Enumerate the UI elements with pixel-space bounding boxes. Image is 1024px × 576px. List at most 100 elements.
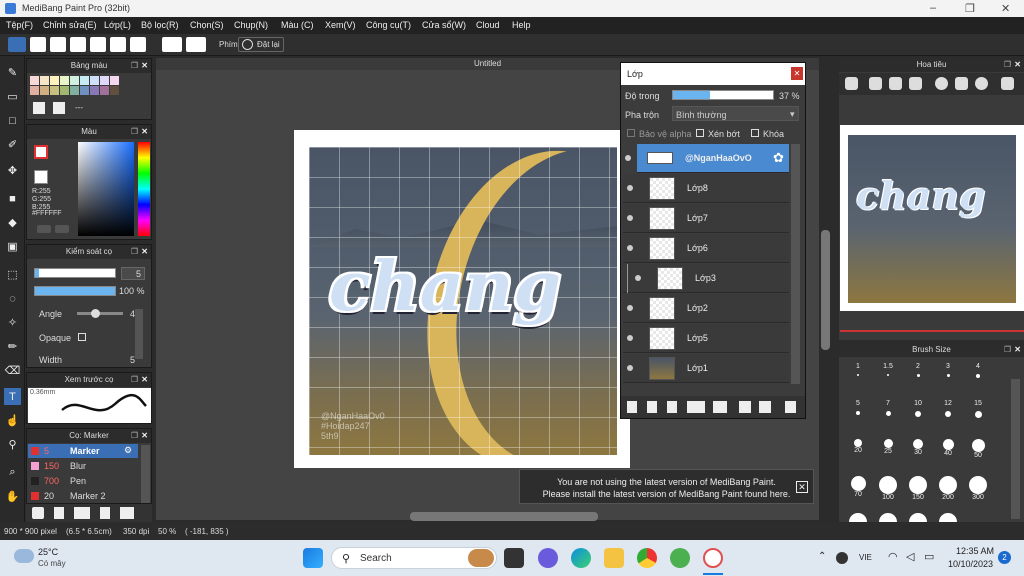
menu-tools[interactable]: Công cụ(T) [366,20,411,30]
brush-item-marker-2[interactable]: 20 Marker 2 [28,489,138,503]
popout-icon[interactable]: ❐ [131,429,138,443]
upload-icon[interactable] [30,37,46,52]
pen-tool-icon[interactable]: ✐ [4,136,21,153]
clock-date[interactable]: 10/10/2023 [948,559,993,569]
zoom-out-icon[interactable] [909,77,922,90]
brush-size-option[interactable]: 20 [843,437,873,473]
new-layer-icon[interactable] [627,401,637,413]
swatch[interactable] [60,86,69,95]
undo-button[interactable] [162,37,182,52]
saturation-value-picker[interactable] [78,142,134,236]
speaker-icon[interactable]: ◁ [906,550,914,563]
popout-icon[interactable]: ❐ [131,373,138,387]
vertical-scrollbar[interactable] [821,230,830,350]
fit-icon[interactable] [889,77,902,90]
task-view-icon[interactable] [504,548,524,568]
move-tool-icon[interactable]: ✥ [4,162,21,179]
add-brush-icon[interactable] [54,507,64,519]
menu-cloud[interactable]: Cloud [476,20,500,30]
fill-rect-tool-icon[interactable]: ■ [4,190,21,207]
popout-icon[interactable]: ❐ [131,245,138,259]
layer-row[interactable]: Lớp8 [623,174,789,203]
panel-scrollbar[interactable] [135,309,143,359]
layer-row[interactable]: Lớp2 [623,294,789,323]
layer-row[interactable]: Lớp1 [623,354,789,383]
zoom-in-icon[interactable] [845,77,858,90]
wifi-icon[interactable]: ◠ [888,550,898,563]
chat-icon[interactable] [70,37,86,52]
notification-badge[interactable]: 2 [998,551,1011,564]
pages-icon[interactable] [110,37,126,52]
brush-size-option[interactable]: 200 [933,474,963,510]
security-icon[interactable] [836,552,848,564]
reset-button[interactable]: Đặt lại [238,37,284,52]
brush-item-marker[interactable]: 5 Marker ⚙ [28,444,138,458]
delete-palette-icon[interactable] [53,102,65,114]
primary-color-swatch[interactable] [34,145,48,159]
windows-start-icon[interactable] [303,548,323,568]
brush-size-option[interactable]: 100 [873,474,903,510]
select-tool-icon[interactable]: ⬚ [4,266,21,283]
layer-folder-icon[interactable] [713,401,727,413]
battery-icon[interactable]: ▭ [924,550,934,563]
grid-icon[interactable] [130,37,146,52]
menu-layer[interactable]: Lớp(L) [104,20,131,30]
brush-size-option[interactable]: 5 [843,400,873,436]
swatch[interactable] [90,86,99,95]
gradient-tool-icon[interactable]: ▣ [4,238,21,255]
brush-size-scrollbar[interactable] [1011,379,1020,519]
brush-size-option[interactable]: 1.5 [873,363,903,399]
chrome-icon[interactable] [637,548,657,568]
medibang-icon[interactable] [703,548,723,568]
brush-size-option[interactable]: 300 [963,474,993,510]
layer-row[interactable]: Lớp5 [623,324,789,353]
brush-size-option[interactable]: 30 [903,437,933,473]
cloud-brush-icon[interactable] [32,507,44,519]
new-palette-icon[interactable] [33,102,45,114]
menu-view[interactable]: Xem(V) [325,20,356,30]
swatch[interactable] [80,86,89,95]
new-halftone-layer-icon[interactable] [647,401,657,413]
layer-menu-icon[interactable] [687,401,705,413]
gear-icon[interactable]: ✿ [773,150,784,166]
cloud-icon[interactable] [8,37,26,52]
protect-alpha-checkbox[interactable] [627,129,635,137]
rotate-right-icon[interactable] [975,77,988,90]
input-language[interactable]: VIE [859,553,872,562]
magic-wand-icon[interactable]: ✧ [4,314,21,331]
app-icon[interactable] [670,548,690,568]
menu-help[interactable]: Help [512,20,531,30]
lasso-tool-icon[interactable]: ◌ [4,290,21,307]
menu-edit[interactable]: Chỉnh sửa(E) [43,20,97,30]
layer-list-scrollbar[interactable] [791,144,800,384]
swatch[interactable] [100,76,109,85]
minimize-button[interactable]: – [930,2,936,14]
navigator-close-icon[interactable]: ✕ [1014,58,1021,72]
new-8bit-layer-icon[interactable] [667,401,677,413]
brush-menu-icon[interactable] [74,507,90,519]
brush-tool-icon[interactable]: ✎ [4,64,21,81]
hand-tool-icon[interactable]: ✋ [4,488,21,505]
merge-layer-icon[interactable] [759,401,771,413]
opacity-slider[interactable] [34,286,116,296]
file-explorer-icon[interactable] [604,548,624,568]
brush-folder-icon[interactable] [120,507,134,519]
brush-size-option[interactable]: 3 [933,363,963,399]
eraser-tool-icon[interactable]: ▭ [4,88,21,105]
edge-icon[interactable] [571,548,591,568]
cloud-weather-icon[interactable] [14,549,34,563]
flip-icon[interactable] [1001,77,1014,90]
update-notice[interactable]: You are not using the latest version of … [519,469,814,504]
visibility-eye-icon[interactable] [627,185,633,191]
layer-row[interactable]: Lớp6 [623,234,789,263]
visibility-eye-icon[interactable] [635,275,641,281]
brush-preview-close-icon[interactable]: ✕ [141,373,148,387]
swatch[interactable] [100,86,109,95]
brush-control-close-icon[interactable]: ✕ [141,245,148,259]
swatch[interactable] [60,76,69,85]
visibility-eye-icon[interactable] [627,215,633,221]
angle-slider[interactable] [77,309,123,318]
duplicate-layer-icon[interactable] [739,401,751,413]
horizontal-scrollbar[interactable] [410,512,598,521]
color-close-icon[interactable]: ✕ [141,125,148,139]
